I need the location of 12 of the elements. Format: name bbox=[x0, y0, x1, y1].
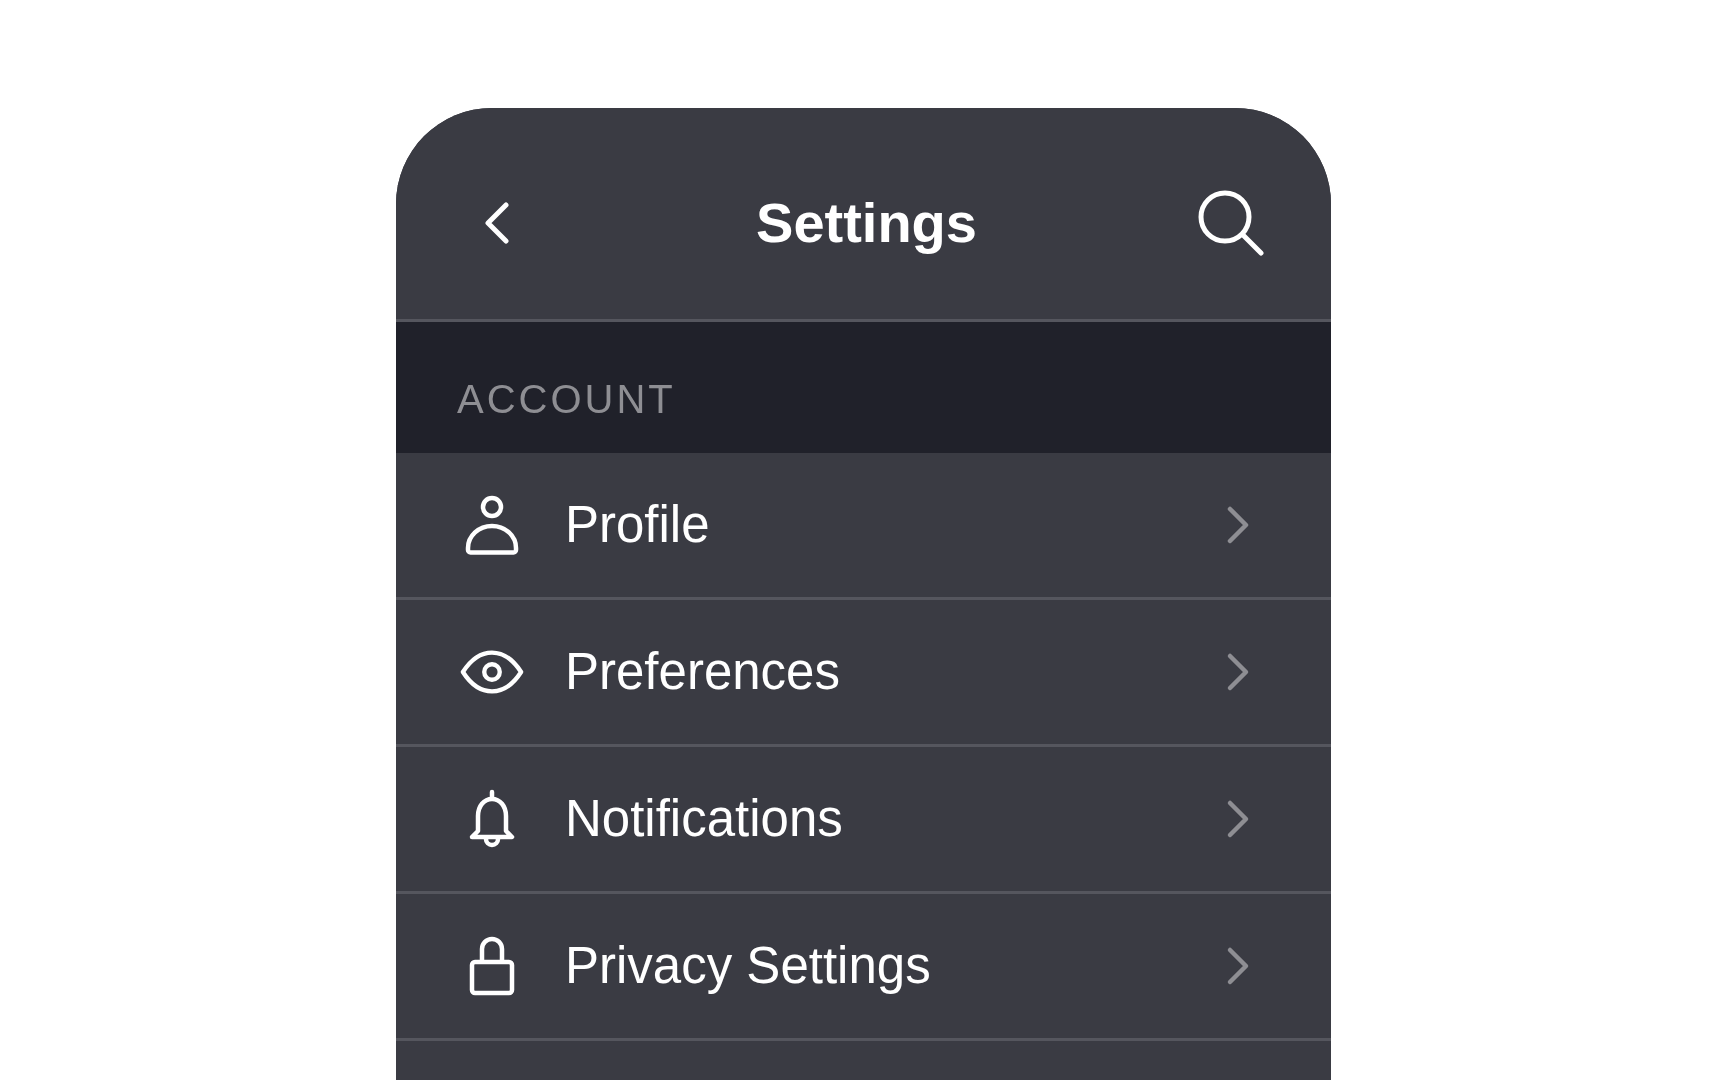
padlock-icon bbox=[468, 936, 516, 996]
section-heading: ACCOUNT bbox=[396, 322, 1331, 453]
eye-icon bbox=[460, 648, 524, 696]
person-icon bbox=[464, 495, 520, 555]
chevron-left-icon bbox=[484, 201, 510, 244]
page-title: Settings bbox=[756, 189, 977, 256]
chevron-right-icon bbox=[1226, 799, 1250, 839]
chevron-right-icon bbox=[1226, 946, 1250, 986]
chevron-right-icon bbox=[1226, 505, 1250, 545]
chevron-right-icon bbox=[1226, 652, 1250, 692]
bell-icon bbox=[468, 789, 516, 849]
search-icon bbox=[1197, 188, 1265, 257]
